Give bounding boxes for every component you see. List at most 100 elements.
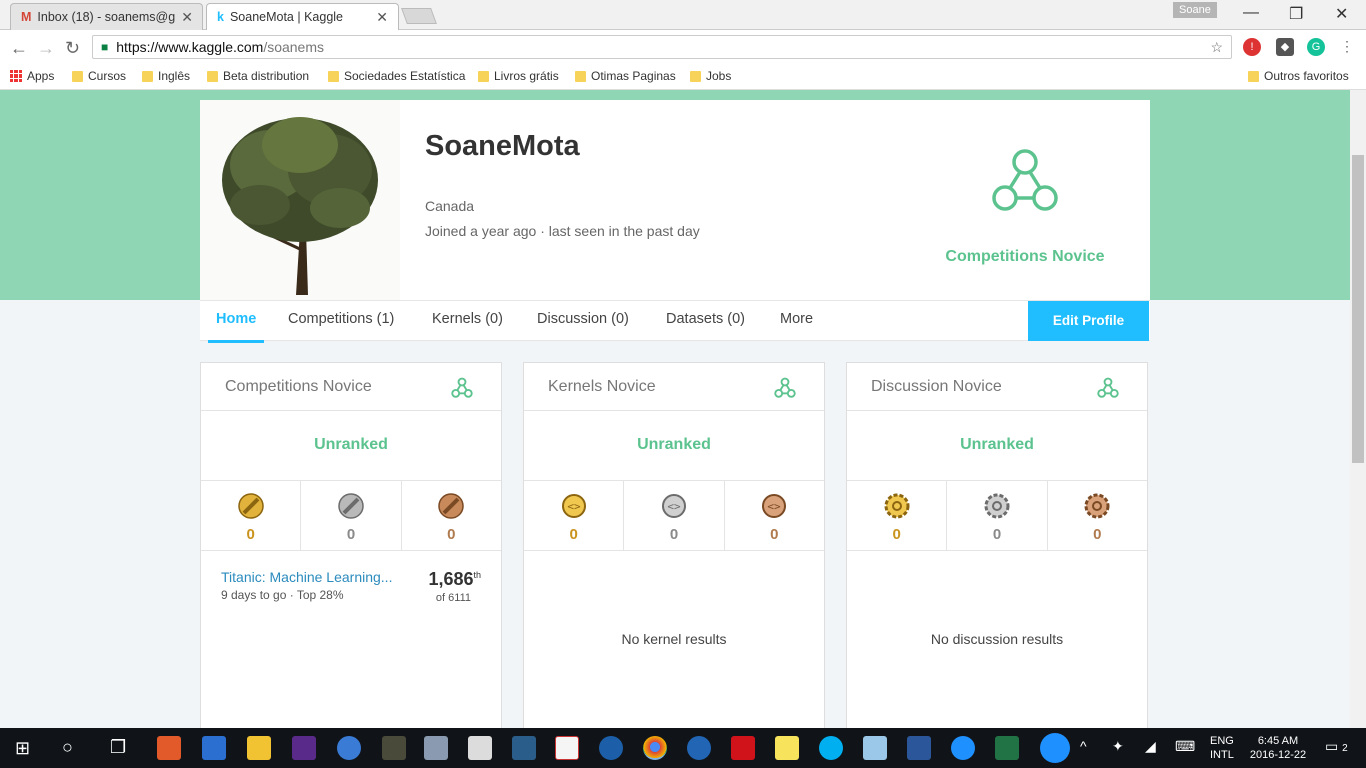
network-icon[interactable]: ◢	[1145, 738, 1156, 755]
kaggle-icon: k	[217, 9, 224, 24]
ipython-icon[interactable]	[468, 736, 492, 760]
clock[interactable]: 6:45 AM 2016-12-22	[1245, 734, 1311, 762]
novice-tier-icon	[990, 148, 1060, 219]
bookmark-star-icon[interactable]: ☆	[1210, 39, 1223, 56]
close-icon[interactable]: ✕	[376, 5, 388, 30]
extension-icon[interactable]: !	[1243, 38, 1261, 56]
bookmark-other[interactable]: Outros favoritos	[1248, 69, 1349, 83]
silver-gear-medal-icon	[984, 493, 1010, 519]
silver-medal: <> 0	[624, 481, 725, 550]
sticky-notes-icon[interactable]	[775, 736, 799, 760]
menu-icon[interactable]: ⋮	[1340, 38, 1354, 55]
new-tab-button[interactable]	[401, 8, 437, 24]
notification-icon: ▭	[1325, 738, 1339, 754]
browser-tabstrip: M Inbox (18) - soanems@g ✕ k SoaneMota |…	[0, 0, 1366, 30]
app-icon[interactable]	[599, 736, 623, 760]
address-bar[interactable]: ■ https://www.kaggle.com/soanems ☆	[92, 35, 1232, 59]
windows-start-icon[interactable]: ⊞	[15, 738, 30, 759]
bronze-code-medal-icon: <>	[762, 494, 787, 518]
silver-medal-icon	[338, 493, 364, 519]
tab-kaggle[interactable]: k SoaneMota | Kaggle ✕	[206, 3, 399, 30]
bookmark-livros[interactable]: Livros grátis	[478, 69, 559, 83]
app-icon[interactable]	[157, 736, 181, 760]
skype-icon[interactable]	[819, 736, 843, 760]
minimize-icon[interactable]: —	[1243, 4, 1259, 22]
r-icon[interactable]	[555, 736, 579, 760]
extension-icon[interactable]: ◆	[1276, 38, 1294, 56]
app-icon[interactable]	[424, 736, 448, 760]
rank-status: Unranked	[201, 411, 501, 481]
tab-competitions[interactable]: Competitions (1)	[288, 311, 394, 327]
bookmark-ingles[interactable]: Inglês	[142, 69, 190, 83]
edit-profile-button[interactable]: Edit Profile	[1028, 301, 1149, 341]
dropbox-icon[interactable]: ✦	[1112, 738, 1124, 755]
keyboard-icon[interactable]: ⌨	[1175, 738, 1195, 755]
folder-icon	[328, 70, 339, 82]
tab-datasets[interactable]: Datasets (0)	[666, 311, 745, 327]
tab-title: Inbox (18) - soanems@g	[37, 9, 176, 24]
tab-home[interactable]: Home	[207, 311, 265, 343]
help-icon[interactable]	[951, 736, 975, 760]
help-icon[interactable]	[1040, 733, 1070, 763]
bookmark-sociedades[interactable]: Sociedades Estatística	[328, 69, 465, 83]
novice-tier-icon	[774, 377, 796, 404]
grammarly-icon[interactable]: G	[1307, 38, 1325, 56]
discussion-panel: Discussion Novice Unranked 0 0 0 No disc…	[846, 362, 1148, 728]
cortana-icon[interactable]: ○	[62, 737, 73, 758]
medal-row: 0 0 0	[201, 481, 501, 551]
kaggle-page: SoaneMota Canada Joined a year ago · las…	[0, 90, 1350, 728]
restore-icon[interactable]: ❐	[1289, 4, 1303, 24]
novice-tier-icon	[1097, 377, 1119, 404]
competition-entry[interactable]: Titanic: Machine Learning... 9 days to g…	[201, 551, 501, 611]
acrobat-icon[interactable]	[731, 736, 755, 760]
store-icon[interactable]	[202, 736, 226, 760]
bronze-medal: 0	[402, 481, 501, 550]
close-window-icon[interactable]: ✕	[1335, 4, 1348, 24]
folder-icon	[575, 70, 586, 82]
forward-icon[interactable]: →	[37, 38, 55, 59]
app-icon[interactable]	[292, 736, 316, 760]
bookmark-beta[interactable]: Beta distribution	[207, 69, 309, 83]
bookmark-apps[interactable]: Apps	[10, 69, 54, 83]
tab-more[interactable]: More	[780, 311, 813, 327]
task-view-icon[interactable]: ❐	[110, 737, 126, 758]
url-host: https://www.kaggle.com	[116, 39, 264, 55]
r-studio-icon[interactable]	[687, 736, 711, 760]
competition-meta: 9 days to go · Top 28%	[221, 588, 344, 602]
tab-gmail[interactable]: M Inbox (18) - soanems@g ✕	[10, 3, 203, 30]
tab-discussion[interactable]: Discussion (0)	[537, 311, 629, 327]
competition-total: of 6111	[435, 592, 471, 604]
bookmark-otimas[interactable]: Otimas Paginas	[575, 69, 676, 83]
tier-label: Competitions Novice	[945, 248, 1105, 265]
tab-kernels[interactable]: Kernels (0)	[432, 311, 503, 327]
chrome-icon[interactable]	[643, 736, 667, 760]
bronze-medal-icon	[438, 493, 465, 519]
avatar[interactable]	[200, 100, 400, 300]
app-icon[interactable]	[382, 736, 406, 760]
calculator-icon[interactable]	[512, 736, 536, 760]
file-explorer-icon[interactable]	[247, 736, 271, 760]
panel-title: Kernels Novice	[548, 378, 656, 395]
scrollbar-thumb[interactable]	[1352, 155, 1364, 463]
folder-icon	[142, 70, 153, 82]
app-icon[interactable]	[337, 736, 361, 760]
bookmarks-bar: Apps Cursos Inglês Beta distribution Soc…	[0, 64, 1366, 90]
tray-expand-icon[interactable]: ^	[1080, 738, 1087, 754]
rank-status: Unranked	[847, 411, 1147, 481]
notification-center[interactable]: ▭ 2	[1325, 738, 1348, 755]
folder-icon	[72, 70, 83, 82]
competition-title[interactable]: Titanic: Machine Learning...	[221, 569, 392, 585]
language-indicator[interactable]: ENG INTL	[1210, 734, 1234, 762]
gold-code-medal-icon: <>	[561, 494, 586, 518]
word-icon[interactable]	[907, 736, 931, 760]
gmail-icon: M	[21, 9, 32, 24]
close-icon[interactable]: ✕	[181, 5, 193, 30]
excel-icon[interactable]	[995, 736, 1019, 760]
reload-icon[interactable]: ↻	[65, 38, 80, 59]
novice-tier-icon	[451, 377, 473, 404]
bookmark-jobs[interactable]: Jobs	[690, 69, 731, 83]
profile-chip[interactable]: Soane	[1173, 2, 1217, 18]
bookmark-cursos[interactable]: Cursos	[72, 69, 126, 83]
app-icon[interactable]	[863, 736, 887, 760]
back-icon[interactable]: ←	[10, 38, 28, 59]
